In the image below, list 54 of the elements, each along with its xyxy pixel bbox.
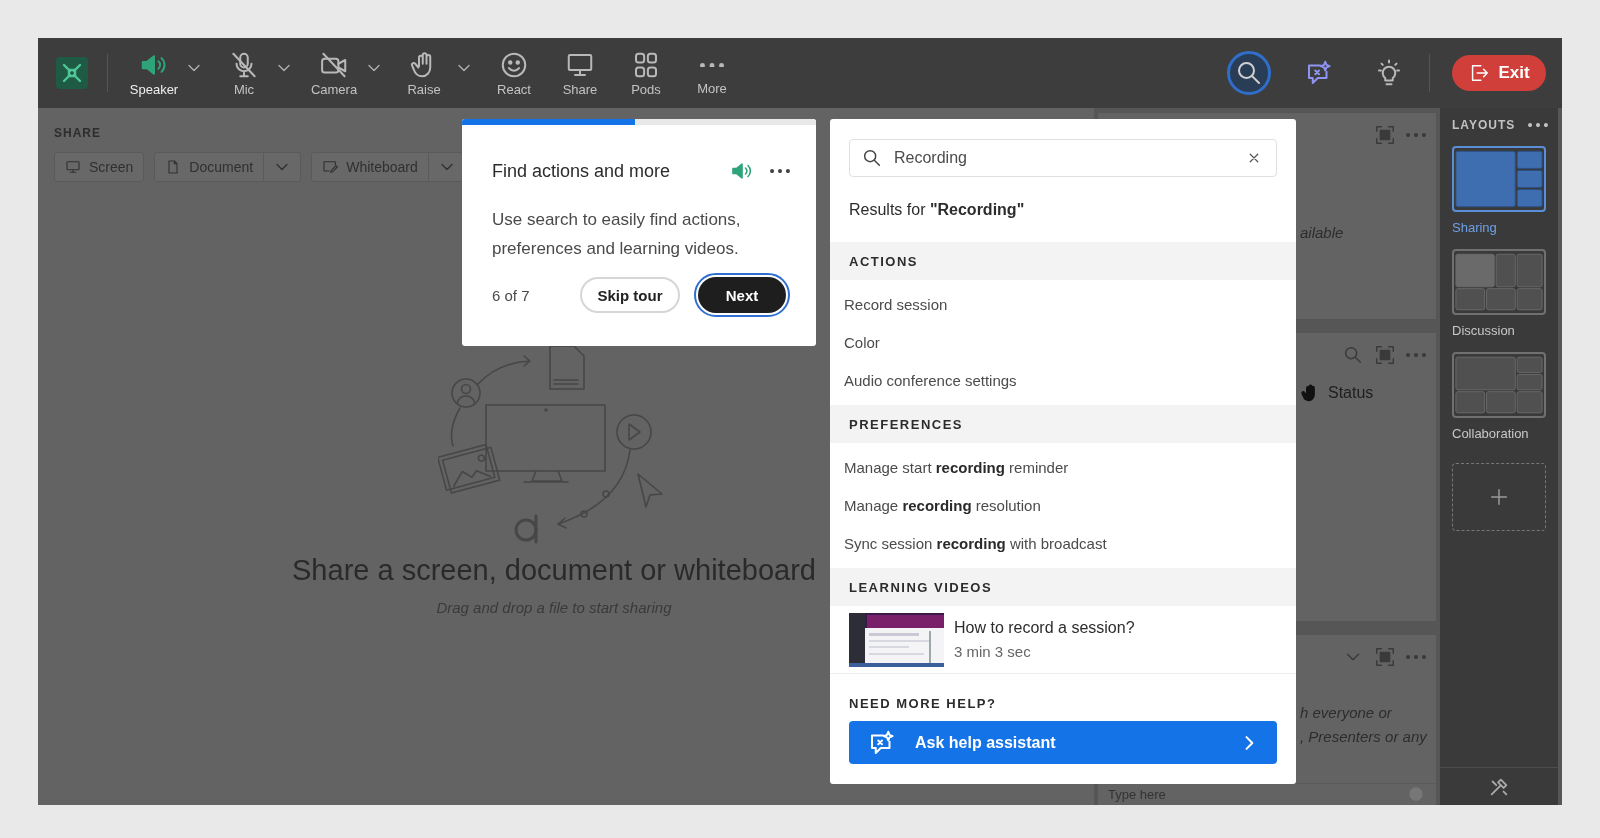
layout-option[interactable]: Discussion: [1452, 249, 1548, 338]
search-field[interactable]: Recording: [849, 139, 1277, 177]
more-button[interactable]: More: [684, 49, 740, 97]
layout-option[interactable]: Sharing: [1452, 146, 1548, 235]
layouts-title: LAYOUTS: [1452, 118, 1516, 132]
fullscreen-icon: [1374, 646, 1396, 668]
empty-state-title: Share a screen, document or whiteboard: [292, 554, 816, 587]
more-icon: [1406, 654, 1426, 660]
exit-button[interactable]: Exit: [1452, 55, 1546, 91]
more-icon: [700, 62, 724, 68]
section-header: LEARNING VIDEOS: [830, 568, 1296, 606]
video-title[interactable]: How to record a session?: [954, 619, 1135, 637]
fullscreen-icon: [1374, 344, 1396, 366]
plus-icon: [1488, 486, 1510, 508]
more-icon: [1528, 122, 1548, 128]
pods-button[interactable]: Pods: [618, 49, 674, 97]
video-duration: 3 min 3 sec: [954, 643, 1032, 660]
search-result[interactable]: Audio conference settings: [830, 361, 1296, 399]
more-icon: [770, 168, 790, 174]
layout-thumbnail-icon: [1452, 146, 1546, 212]
search-icon: [861, 147, 883, 169]
search-button[interactable]: [1227, 51, 1271, 95]
tour-title: Find actions and more: [492, 160, 672, 182]
fullscreen-icon: [1374, 124, 1396, 146]
search-icon: [1342, 344, 1364, 366]
search-result[interactable]: Color: [830, 323, 1296, 361]
search-result[interactable]: Sync session recording with broadcast: [830, 524, 1296, 562]
mic-button[interactable]: Mic: [216, 49, 272, 97]
tour-text: Use search to easily find actions, preferences and learning videos.: [492, 209, 742, 260]
monitor-icon: [65, 159, 81, 175]
skip-tour-button[interactable]: Skip tour: [580, 277, 680, 313]
layout-thumbnail-icon: [1452, 249, 1546, 315]
column-heading: Status: [1328, 384, 1374, 402]
section-header: ACTIONS: [830, 242, 1296, 280]
add-layout-button[interactable]: [1452, 463, 1546, 531]
help-heading: NEED MORE HELP?: [848, 696, 998, 711]
search-result[interactable]: Manage recording resolution: [830, 486, 1296, 524]
whiteboard-icon: [322, 159, 339, 175]
search-result[interactable]: Record session: [830, 285, 1296, 323]
section-header: PREFERENCES: [830, 405, 1296, 443]
camera-button[interactable]: Camera: [306, 49, 362, 97]
share-button[interactable]: Share: [552, 49, 608, 97]
layout-option[interactable]: Collaboration: [1452, 352, 1548, 441]
search-result[interactable]: Manage start recording reminder: [830, 448, 1296, 486]
step-counter: 6 of 7: [492, 286, 531, 304]
app-logo-icon: [56, 57, 88, 89]
speaker-button[interactable]: Speaker: [126, 49, 182, 97]
results-heading: Results for "Recording": [848, 201, 1026, 220]
raise-button[interactable]: Raise: [396, 49, 452, 97]
react-button[interactable]: React: [486, 49, 542, 97]
more-icon: [1406, 352, 1426, 358]
layout-thumbnail-icon: [1452, 352, 1546, 418]
ask-assistant-button[interactable]: Ask help assistant: [849, 721, 1277, 764]
more-icon: [1406, 132, 1426, 138]
